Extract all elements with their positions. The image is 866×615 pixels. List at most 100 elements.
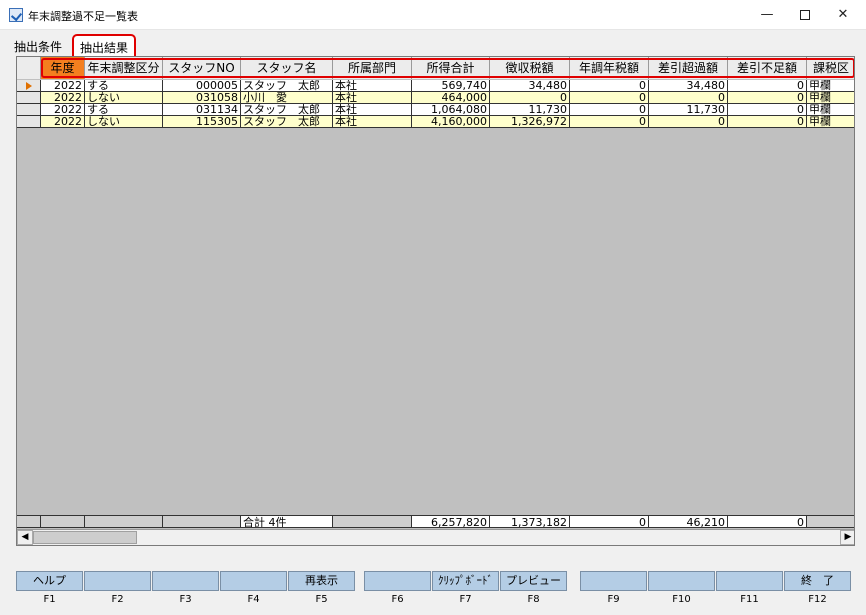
totals-row: 合計 4件 6,257,820 1,373,182 0 46,210 0 <box>17 515 854 528</box>
cell-adjust: しない <box>85 116 163 128</box>
function-key-f9-button[interactable] <box>580 571 647 591</box>
column-header-dept[interactable]: 所属部門 <box>333 57 412 79</box>
cell-dept: 本社 <box>333 104 412 116</box>
cell-year: 2022 <box>41 116 85 128</box>
total-label: 合計 4件 <box>241 515 333 528</box>
row-selector-header <box>17 57 41 79</box>
cell-tax-class: 甲欄 <box>807 92 854 104</box>
total-withheld: 1,373,182 <box>490 515 570 528</box>
function-key-f2-button[interactable] <box>84 571 151 591</box>
total-empty-cell <box>41 515 85 528</box>
grid-header: 年度 年末調整区分 スタッフNO スタッフ名 所属部門 所得合計 徴収税額 年調年税額 差引超過… <box>17 57 854 79</box>
total-excess: 46,210 <box>649 515 728 528</box>
cell-year: 2022 <box>41 104 85 116</box>
cell-annual-tax: 0 <box>570 104 649 116</box>
cell-income: 569,740 <box>412 80 490 92</box>
cell-tax-class: 甲欄 <box>807 80 854 92</box>
cell-shortfall: 0 <box>728 104 807 116</box>
total-empty-cell <box>807 515 854 528</box>
cell-adjust: する <box>85 104 163 116</box>
function-key-f12-button[interactable]: 終 了 <box>784 571 851 591</box>
column-header-tax-class[interactable]: 課税区 <box>807 57 854 79</box>
column-header-income[interactable]: 所得合計 <box>412 57 490 79</box>
total-empty-cell <box>163 515 241 528</box>
cell-shortfall: 0 <box>728 80 807 92</box>
function-key-f10-button[interactable] <box>648 571 715 591</box>
cell-staff-no: 000005 <box>163 80 241 92</box>
function-key-f5-button[interactable]: 再表示 <box>288 571 355 591</box>
cell-adjust: しない <box>85 92 163 104</box>
function-key-f10-label: F10 <box>672 594 691 605</box>
cell-staff-name: スタッフ 太郎 <box>241 104 333 116</box>
function-key-f2-label: F2 <box>111 594 124 605</box>
function-key-f12-label: F12 <box>808 594 827 605</box>
cell-withheld: 34,480 <box>490 80 570 92</box>
cell-year: 2022 <box>41 92 85 104</box>
title-bar: 年末調整過不足一覧表 — ✕ <box>0 0 866 30</box>
cell-income: 4,160,000 <box>412 116 490 128</box>
function-key-f11-button[interactable] <box>716 571 783 591</box>
column-header-annual-tax[interactable]: 年調年税額 <box>570 57 649 79</box>
cell-annual-tax: 0 <box>570 92 649 104</box>
function-key-bar: ヘルプ 再表示 ｸﾘｯﾌﾟﾎﾞｰﾄﾞ プレビュー 終 了 <box>16 571 851 591</box>
total-annual-tax: 0 <box>570 515 649 528</box>
cell-excess: 0 <box>649 92 728 104</box>
table-row[interactable]: 2022 する 000005 スタッフ 太郎 本社 569,740 34,480 0 34,48… <box>17 80 854 92</box>
row-selector[interactable] <box>17 116 41 128</box>
maximize-icon <box>800 9 810 20</box>
function-key-f7-button[interactable]: ｸﾘｯﾌﾟﾎﾞｰﾄﾞ <box>432 571 499 591</box>
function-key-f1-button[interactable]: ヘルプ <box>16 571 83 591</box>
close-button[interactable]: ✕ <box>824 0 862 30</box>
scrollbar-thumb[interactable] <box>33 531 137 544</box>
row-selector[interactable] <box>17 104 41 116</box>
function-key-f6-button[interactable] <box>364 571 431 591</box>
row-selector[interactable] <box>17 92 41 104</box>
function-key-f11-label: F11 <box>740 594 759 605</box>
cell-staff-no: 031058 <box>163 92 241 104</box>
column-header-excess[interactable]: 差引超過額 <box>649 57 728 79</box>
function-key-f9-label: F9 <box>607 594 620 605</box>
minimize-button[interactable]: — <box>748 0 786 30</box>
cell-shortfall: 0 <box>728 92 807 104</box>
cell-staff-name: スタッフ 太郎 <box>241 80 333 92</box>
tab-extraction-conditions[interactable]: 抽出条件 <box>14 38 62 55</box>
cell-income: 1,064,080 <box>412 104 490 116</box>
scroll-left-icon[interactable]: ◀ <box>17 530 33 545</box>
total-income: 6,257,820 <box>412 515 490 528</box>
results-grid[interactable]: 年度 年末調整区分 スタッフNO スタッフ名 所属部門 所得合計 徴収税額 年調年税額 差引超過… <box>16 56 855 546</box>
scroll-right-icon[interactable]: ▶ <box>840 530 854 545</box>
function-key-f5-label: F5 <box>315 594 328 605</box>
cell-adjust: する <box>85 80 163 92</box>
function-key-f8-button[interactable]: プレビュー <box>500 571 567 591</box>
cell-income: 464,000 <box>412 92 490 104</box>
column-header-shortfall[interactable]: 差引不足額 <box>728 57 807 79</box>
cell-year: 2022 <box>41 80 85 92</box>
column-header-adjust[interactable]: 年末調整区分 <box>85 57 163 79</box>
cell-withheld: 1,326,972 <box>490 116 570 128</box>
cell-excess: 11,730 <box>649 104 728 116</box>
cell-withheld: 11,730 <box>490 104 570 116</box>
cell-excess: 0 <box>649 116 728 128</box>
table-row[interactable]: 2022 する 031134 スタッフ 太郎 本社 1,064,080 11,730 0 11,… <box>17 104 854 116</box>
column-header-staff-no[interactable]: スタッフNO <box>163 57 241 79</box>
window-title: 年末調整過不足一覧表 <box>28 10 138 23</box>
total-shortfall: 0 <box>728 515 807 528</box>
column-header-year[interactable]: 年度 <box>41 57 85 79</box>
function-key-f3-button[interactable] <box>152 571 219 591</box>
totals-selector <box>17 515 41 528</box>
maximize-button[interactable] <box>786 0 824 30</box>
row-selector[interactable] <box>17 80 41 92</box>
cell-staff-name: 小川 愛 <box>241 92 333 104</box>
current-row-arrow-icon <box>26 82 32 90</box>
cell-withheld: 0 <box>490 92 570 104</box>
horizontal-scrollbar[interactable]: ◀ ▶ <box>17 529 854 545</box>
table-row[interactable]: 2022 しない 031058 小川 愛本社 464,000 0 0 0 0 甲欄 <box>17 92 854 104</box>
cell-tax-class: 甲欄 <box>807 104 854 116</box>
function-key-f8-label: F8 <box>527 594 540 605</box>
table-row[interactable]: 2022 しない 115305 スタッフ 太郎 本社 4,160,000 1,326,972… <box>17 116 854 128</box>
cell-staff-no: 115305 <box>163 116 241 128</box>
function-key-f4-button[interactable] <box>220 571 287 591</box>
column-header-staff-name[interactable]: スタッフ名 <box>241 57 333 79</box>
column-header-withheld[interactable]: 徴収税額 <box>490 57 570 79</box>
cell-staff-name: スタッフ 太郎 <box>241 116 333 128</box>
